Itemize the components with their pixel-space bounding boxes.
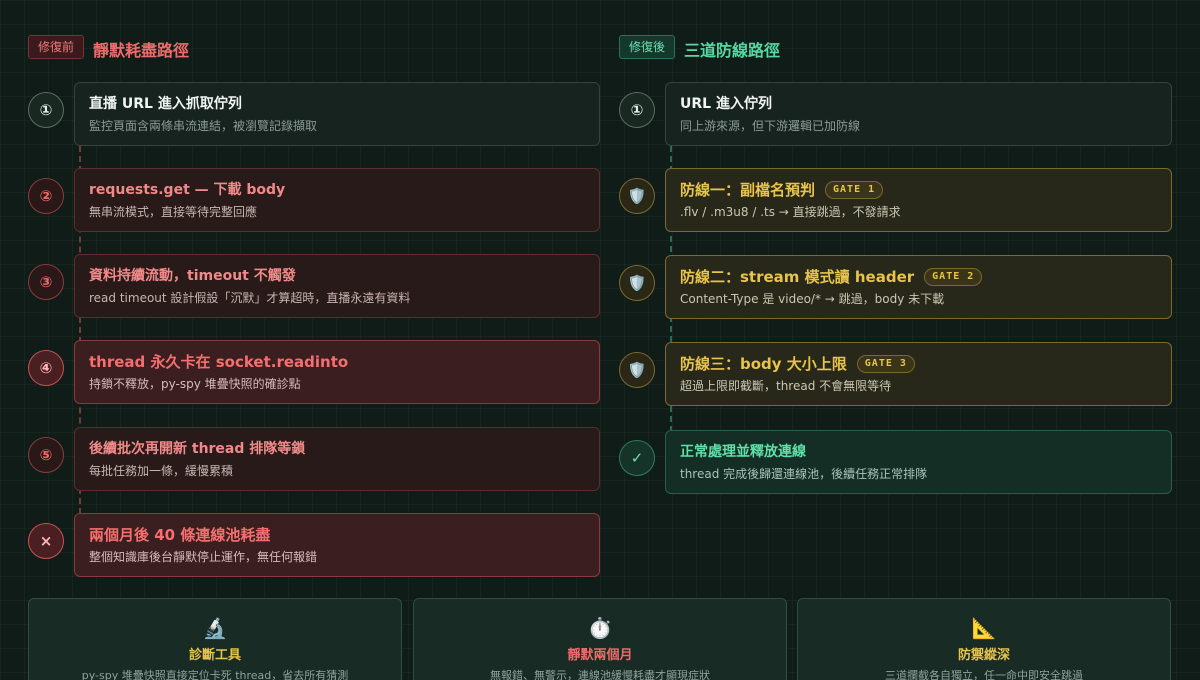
step-title: 正常處理並釋放連線 <box>680 444 806 460</box>
before-step-final: × 兩個月後 40 條連線池耗盡 整個知識庫後台靜默停止運作，無任何報錯 <box>28 513 600 577</box>
summary-title: 靜默兩個月 <box>567 648 633 663</box>
step-title: 防線三：body 大小上限 <box>680 355 847 373</box>
gate-tag: GATE 3 <box>856 355 915 373</box>
before-badge: 修復前 <box>28 35 85 59</box>
before-column: 修復前 靜默耗盡路徑 ① 直播 URL 進入抓取佇列 監控頁面含兩條串流連結，被… <box>28 0 600 680</box>
before-step-4: ④ thread 永久卡在 socket.readinto 持鎖不釋放，py-s… <box>28 340 600 404</box>
shield-icon: 🛡️ <box>619 178 655 214</box>
step-card: thread 永久卡在 socket.readinto 持鎖不釋放，py-spy… <box>74 340 600 404</box>
after-badge: 修復後 <box>619 35 676 59</box>
step-title: 防線一：副檔名預判 <box>680 181 816 199</box>
summary-desc: py-spy 堆疊快照直接定位卡死 thread，省去所有猜測 <box>81 669 349 680</box>
summary-row: 🔬 診斷工具 py-spy 堆疊快照直接定位卡死 thread，省去所有猜測 ⏱… <box>28 598 1172 680</box>
step-title-row: 防線一：副檔名預判 GATE 1 <box>680 181 1157 199</box>
step-card: 防線三：body 大小上限 GATE 3 超過上限即截斷，thread 不會無限… <box>665 342 1172 406</box>
summary-card-defense-in-depth: 📐 防禦縱深 三道攔截各自獨立，任一命中即安全跳過 <box>797 598 1171 680</box>
step-card: 正常處理並釋放連線 thread 完成後歸還連線池，後續任務正常排隊 <box>665 430 1172 494</box>
microscope-icon: 🔬 <box>202 616 228 640</box>
step-desc: thread 完成後歸還連線池，後續任務正常排隊 <box>680 467 928 481</box>
step-number-marker: ⑤ <box>28 437 64 473</box>
step-card: 兩個月後 40 條連線池耗盡 整個知識庫後台靜默停止運作，無任何報錯 <box>74 513 600 577</box>
step-title: thread 永久卡在 socket.readinto <box>89 353 349 371</box>
step-card: URL 進入佇列 同上游來源，但下游邏輯已加防線 <box>665 82 1172 146</box>
after-gate-2: 🛡️ 防線二：stream 模式讀 header GATE 2 Content-… <box>619 255 1172 319</box>
gate-tag: GATE 1 <box>825 181 884 199</box>
before-header: 修復前 靜默耗盡路徑 <box>28 33 189 61</box>
triangle-ruler-icon: 📐 <box>971 616 997 640</box>
step-desc: .flv / .m3u8 / .ts → 直接跳過，不發請求 <box>680 205 901 219</box>
cross-icon: × <box>28 523 64 559</box>
step-card: 直播 URL 進入抓取佇列 監控頁面含兩條串流連結，被瀏覽記錄擷取 <box>74 82 600 146</box>
step-number-marker: ② <box>28 178 64 214</box>
step-title: 後續批次再開新 thread 排隊等鎖 <box>89 441 306 457</box>
after-gate-3: 🛡️ 防線三：body 大小上限 GATE 3 超過上限即截斷，thread 不… <box>619 342 1172 406</box>
step-title: URL 進入佇列 <box>680 96 772 112</box>
step-number-marker: ④ <box>28 350 64 386</box>
before-step-3: ③ 資料持續流動，timeout 不觸發 read timeout 設計假設「沉… <box>28 254 600 318</box>
before-step-5: ⑤ 後續批次再開新 thread 排隊等鎖 每批任務加一條，緩慢累積 <box>28 427 600 491</box>
step-title: 資料持續流動，timeout 不觸發 <box>89 268 296 284</box>
summary-desc: 無報錯、無警示，連線池緩慢耗盡才顯現症狀 <box>490 669 710 680</box>
step-desc: 同上游來源，但下游邏輯已加防線 <box>680 119 861 133</box>
after-header: 修復後 三道防線路徑 <box>619 33 780 61</box>
step-title: 直播 URL 進入抓取佇列 <box>89 96 242 112</box>
summary-desc: 三道攔截各自獨立，任一命中即安全跳過 <box>885 669 1083 680</box>
after-step-final: ✓ 正常處理並釋放連線 thread 完成後歸還連線池，後續任務正常排隊 <box>619 430 1172 494</box>
step-desc: Content-Type 是 video/* → 跳過，body 未下載 <box>680 292 945 306</box>
step-desc: 每批任務加一條，緩慢累積 <box>89 464 234 478</box>
step-card: 資料持續流動，timeout 不觸發 read timeout 設計假設「沉默」… <box>74 254 600 318</box>
after-gate-1: 🛡️ 防線一：副檔名預判 GATE 1 .flv / .m3u8 / .ts →… <box>619 168 1172 232</box>
summary-card-diagnostic-tool: 🔬 診斷工具 py-spy 堆疊快照直接定位卡死 thread，省去所有猜測 <box>28 598 402 680</box>
step-desc: 超過上限即截斷，thread 不會無限等待 <box>680 379 892 393</box>
step-number-marker: ① <box>28 92 64 128</box>
step-card: 防線二：stream 模式讀 header GATE 2 Content-Typ… <box>665 255 1172 319</box>
before-step-2: ② requests.get — 下載 body 無串流模式，直接等待完整回應 <box>28 168 600 232</box>
summary-card-silent-months: ⏱️ 靜默兩個月 無報錯、無警示，連線池緩慢耗盡才顯現症狀 <box>413 598 787 680</box>
summary-title: 診斷工具 <box>188 648 241 663</box>
step-desc: 監控頁面含兩條串流連結，被瀏覽記錄擷取 <box>89 119 318 133</box>
after-column: 修復後 三道防線路徑 ① URL 進入佇列 同上游來源，但下游邏輯已加防線 🛡️… <box>619 0 1172 680</box>
step-title: requests.get — 下載 body <box>89 182 286 198</box>
check-icon: ✓ <box>619 440 655 476</box>
after-title: 三道防線路徑 <box>684 41 781 60</box>
step-card: 後續批次再開新 thread 排隊等鎖 每批任務加一條，緩慢累積 <box>74 427 600 491</box>
after-step-1: ① URL 進入佇列 同上游來源，但下游邏輯已加防線 <box>619 82 1172 146</box>
step-number-marker: ① <box>619 92 655 128</box>
shield-icon: 🛡️ <box>619 265 655 301</box>
step-title-row: 防線二：stream 模式讀 header GATE 2 <box>680 268 1157 286</box>
stopwatch-icon: ⏱️ <box>587 616 613 640</box>
step-desc: read timeout 設計假設「沉默」才算超時，直播永遠有資料 <box>89 291 411 305</box>
step-title-row: 防線三：body 大小上限 GATE 3 <box>680 355 1157 373</box>
step-card: 防線一：副檔名預判 GATE 1 .flv / .m3u8 / .ts → 直接… <box>665 168 1172 232</box>
step-desc: 整個知識庫後台靜默停止運作，無任何報錯 <box>89 550 318 564</box>
step-desc: 持鎖不釋放，py-spy 堆疊快照的確診點 <box>89 377 301 391</box>
before-title: 靜默耗盡路徑 <box>93 41 190 60</box>
before-step-1: ① 直播 URL 進入抓取佇列 監控頁面含兩條串流連結，被瀏覽記錄擷取 <box>28 82 600 146</box>
step-card: requests.get — 下載 body 無串流模式，直接等待完整回應 <box>74 168 600 232</box>
gate-tag: GATE 2 <box>924 268 983 286</box>
step-desc: 無串流模式，直接等待完整回應 <box>89 205 258 219</box>
step-title: 防線二：stream 模式讀 header <box>680 268 915 286</box>
summary-title: 防禦縱深 <box>957 648 1010 663</box>
shield-icon: 🛡️ <box>619 352 655 388</box>
step-number-marker: ③ <box>28 264 64 300</box>
step-title: 兩個月後 40 條連線池耗盡 <box>89 526 271 544</box>
